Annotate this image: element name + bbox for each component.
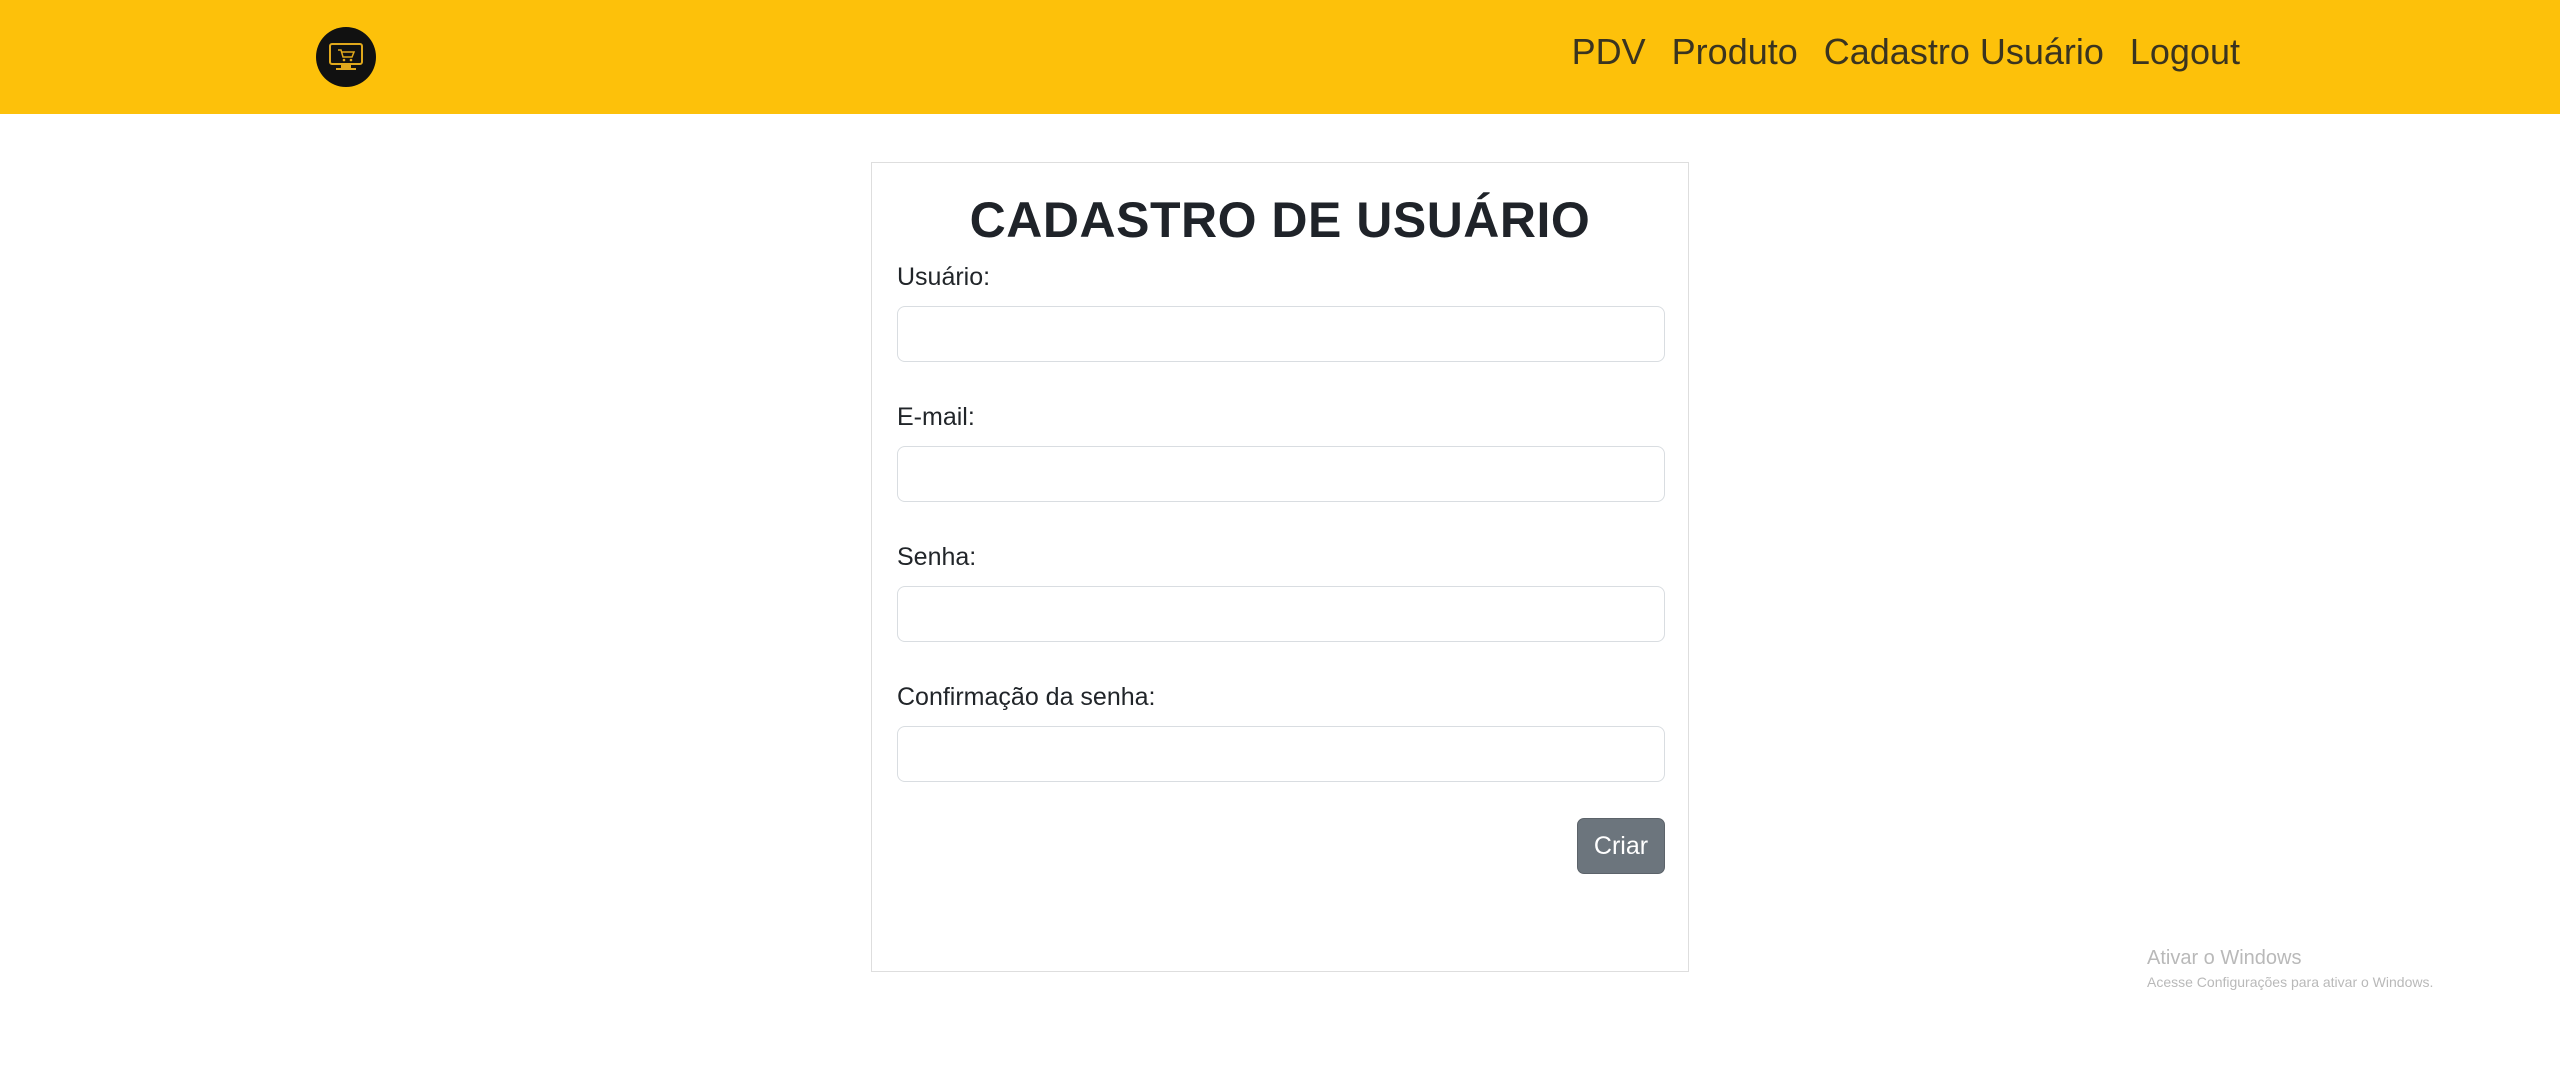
nav-link-pdv[interactable]: PDV (1572, 28, 1646, 76)
user-registration-card: CADASTRO DE USUÁRIO Usuário: E-mail: Sen… (871, 162, 1689, 972)
top-navbar: PDV Produto Cadastro Usuário Logout (0, 0, 2560, 114)
password-label: Senha: (897, 543, 977, 571)
email-label: E-mail: (897, 403, 975, 431)
watermark-title: Ativar o Windows (2147, 947, 2302, 969)
windows-activation-watermark: Ativar o Windows Acesse Configurações pa… (2147, 946, 2433, 992)
watermark-subtitle: Acesse Configurações para ativar o Windo… (2147, 974, 2434, 990)
email-input[interactable] (897, 446, 1665, 502)
page-title: CADASTRO DE USUÁRIO (969, 192, 1591, 248)
app-logo[interactable] (316, 27, 376, 87)
main-nav: PDV Produto Cadastro Usuário Logout (1572, 28, 2240, 76)
create-button[interactable]: Criar (1577, 818, 1665, 874)
password-confirmation-input[interactable] (897, 726, 1665, 782)
username-label: Usuário: (897, 263, 991, 291)
nav-link-cadastro-usuario[interactable]: Cadastro Usuário (1824, 28, 2104, 76)
nav-link-produto[interactable]: Produto (1672, 28, 1798, 76)
monitor-cart-logo-icon (329, 43, 363, 70)
password-input[interactable] (897, 586, 1665, 642)
password-confirmation-label: Confirmação da senha: (897, 683, 1156, 711)
username-input[interactable] (897, 306, 1665, 362)
nav-link-logout[interactable]: Logout (2130, 28, 2240, 76)
